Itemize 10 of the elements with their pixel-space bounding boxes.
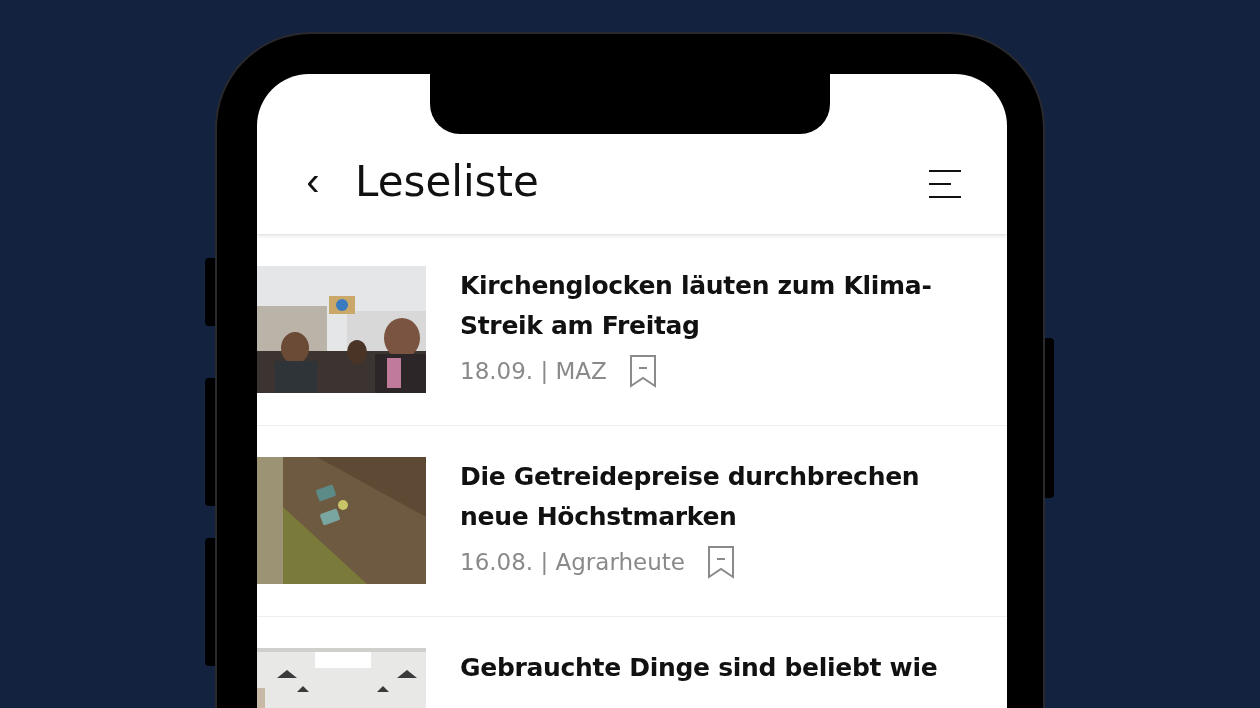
article-title[interactable]: Die Getreidepreise durchbrechen neue Höchstmarken bbox=[460, 457, 960, 537]
page-title: Leseliste bbox=[355, 161, 539, 207]
article-title[interactable]: Gebrauchte Dinge sind beliebt wie bbox=[460, 648, 960, 688]
article-meta: 18.09. | MAZ bbox=[460, 359, 607, 383]
article-title[interactable]: Kirchenglocken läuten zum Klima-Streik am Freitag bbox=[460, 266, 960, 346]
bookmark-remove-icon[interactable] bbox=[628, 354, 657, 388]
menu-icon[interactable] bbox=[929, 170, 961, 198]
back-button[interactable]: ‹ bbox=[301, 161, 325, 207]
bookmark-remove-icon[interactable] bbox=[706, 545, 735, 579]
article-meta: 16.08. | Agrarheute bbox=[460, 550, 685, 574]
